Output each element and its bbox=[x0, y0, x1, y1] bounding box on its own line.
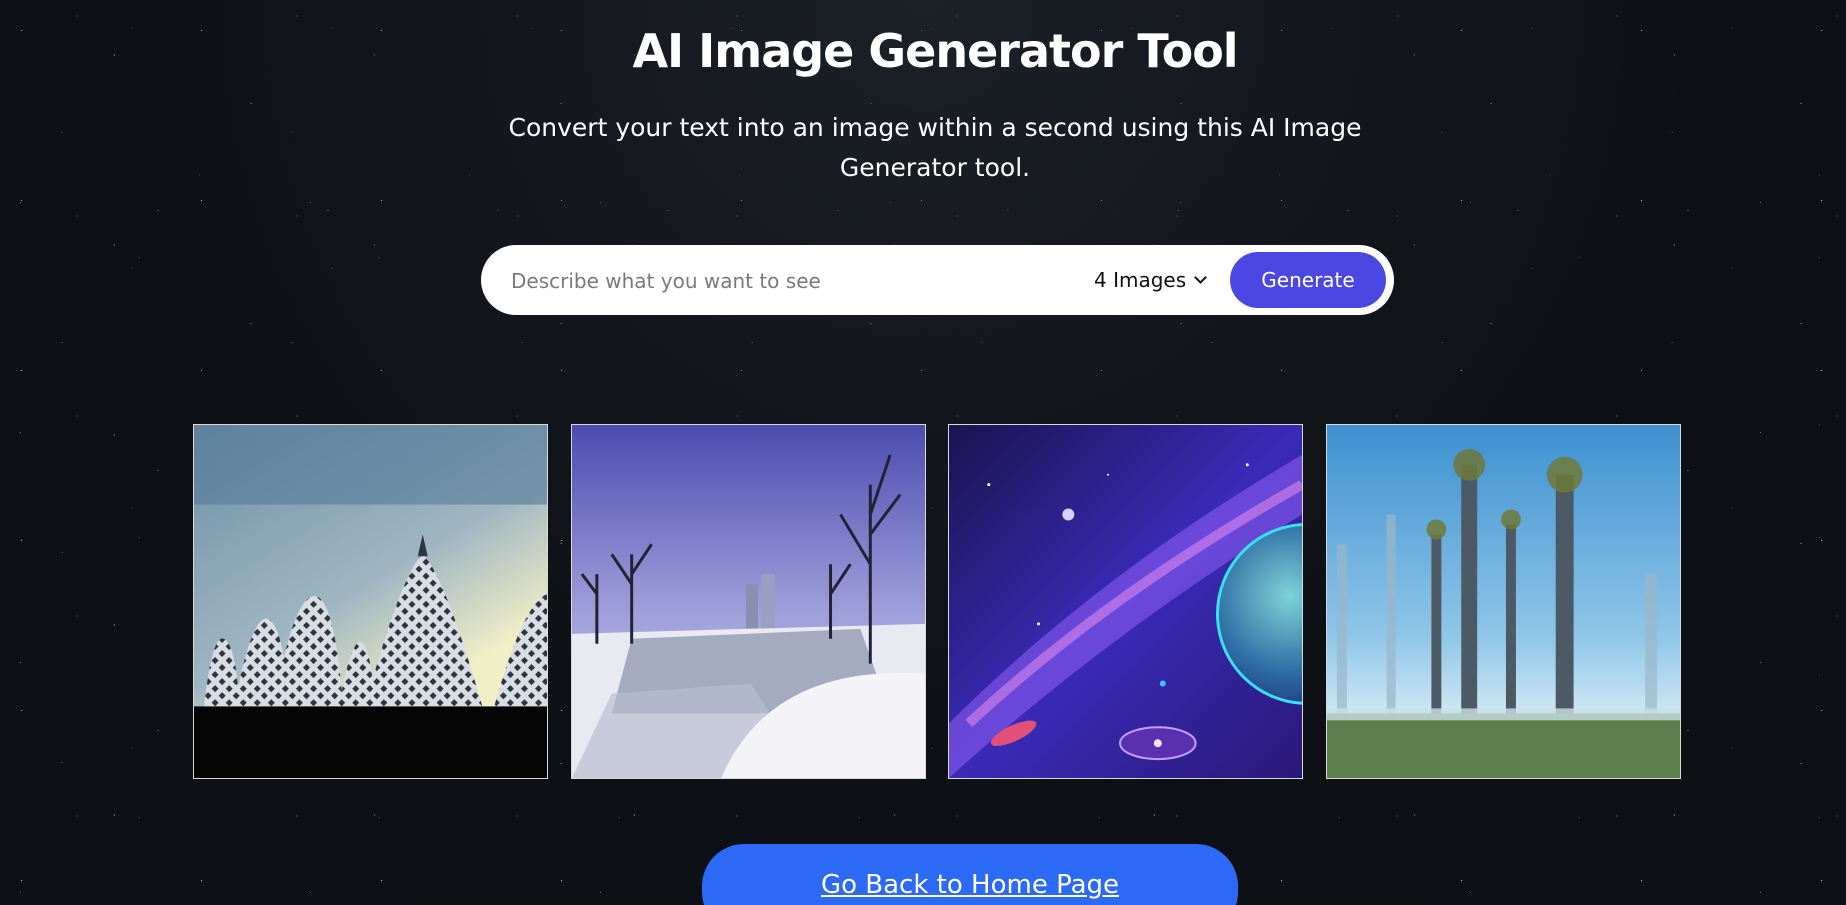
domes-image bbox=[194, 425, 547, 778]
chevron-down-icon bbox=[1194, 271, 1208, 284]
generate-button[interactable]: Generate bbox=[1230, 252, 1386, 308]
snow-river-image bbox=[572, 425, 925, 778]
prompt-input[interactable] bbox=[509, 245, 1073, 317]
gallery-image-galaxy[interactable] bbox=[948, 424, 1303, 779]
image-count-value: 4 Images bbox=[1094, 268, 1187, 292]
gallery-image-snow-river[interactable] bbox=[571, 424, 926, 779]
prompt-search-bar: 4 Images Generate bbox=[481, 245, 1394, 317]
forest-image bbox=[1327, 425, 1680, 778]
page-title: AI Image Generator Tool bbox=[632, 24, 1238, 78]
image-gallery bbox=[193, 424, 1683, 780]
image-count-dropdown[interactable]: 4 Images bbox=[1094, 245, 1208, 315]
page-subtitle: Convert your text into an image within a… bbox=[508, 113, 1362, 182]
galaxy-image bbox=[949, 425, 1302, 778]
gallery-image-domes[interactable] bbox=[193, 424, 548, 779]
go-home-button[interactable]: Go Back to Home Page bbox=[702, 844, 1238, 905]
gallery-image-forest[interactable] bbox=[1326, 424, 1681, 779]
